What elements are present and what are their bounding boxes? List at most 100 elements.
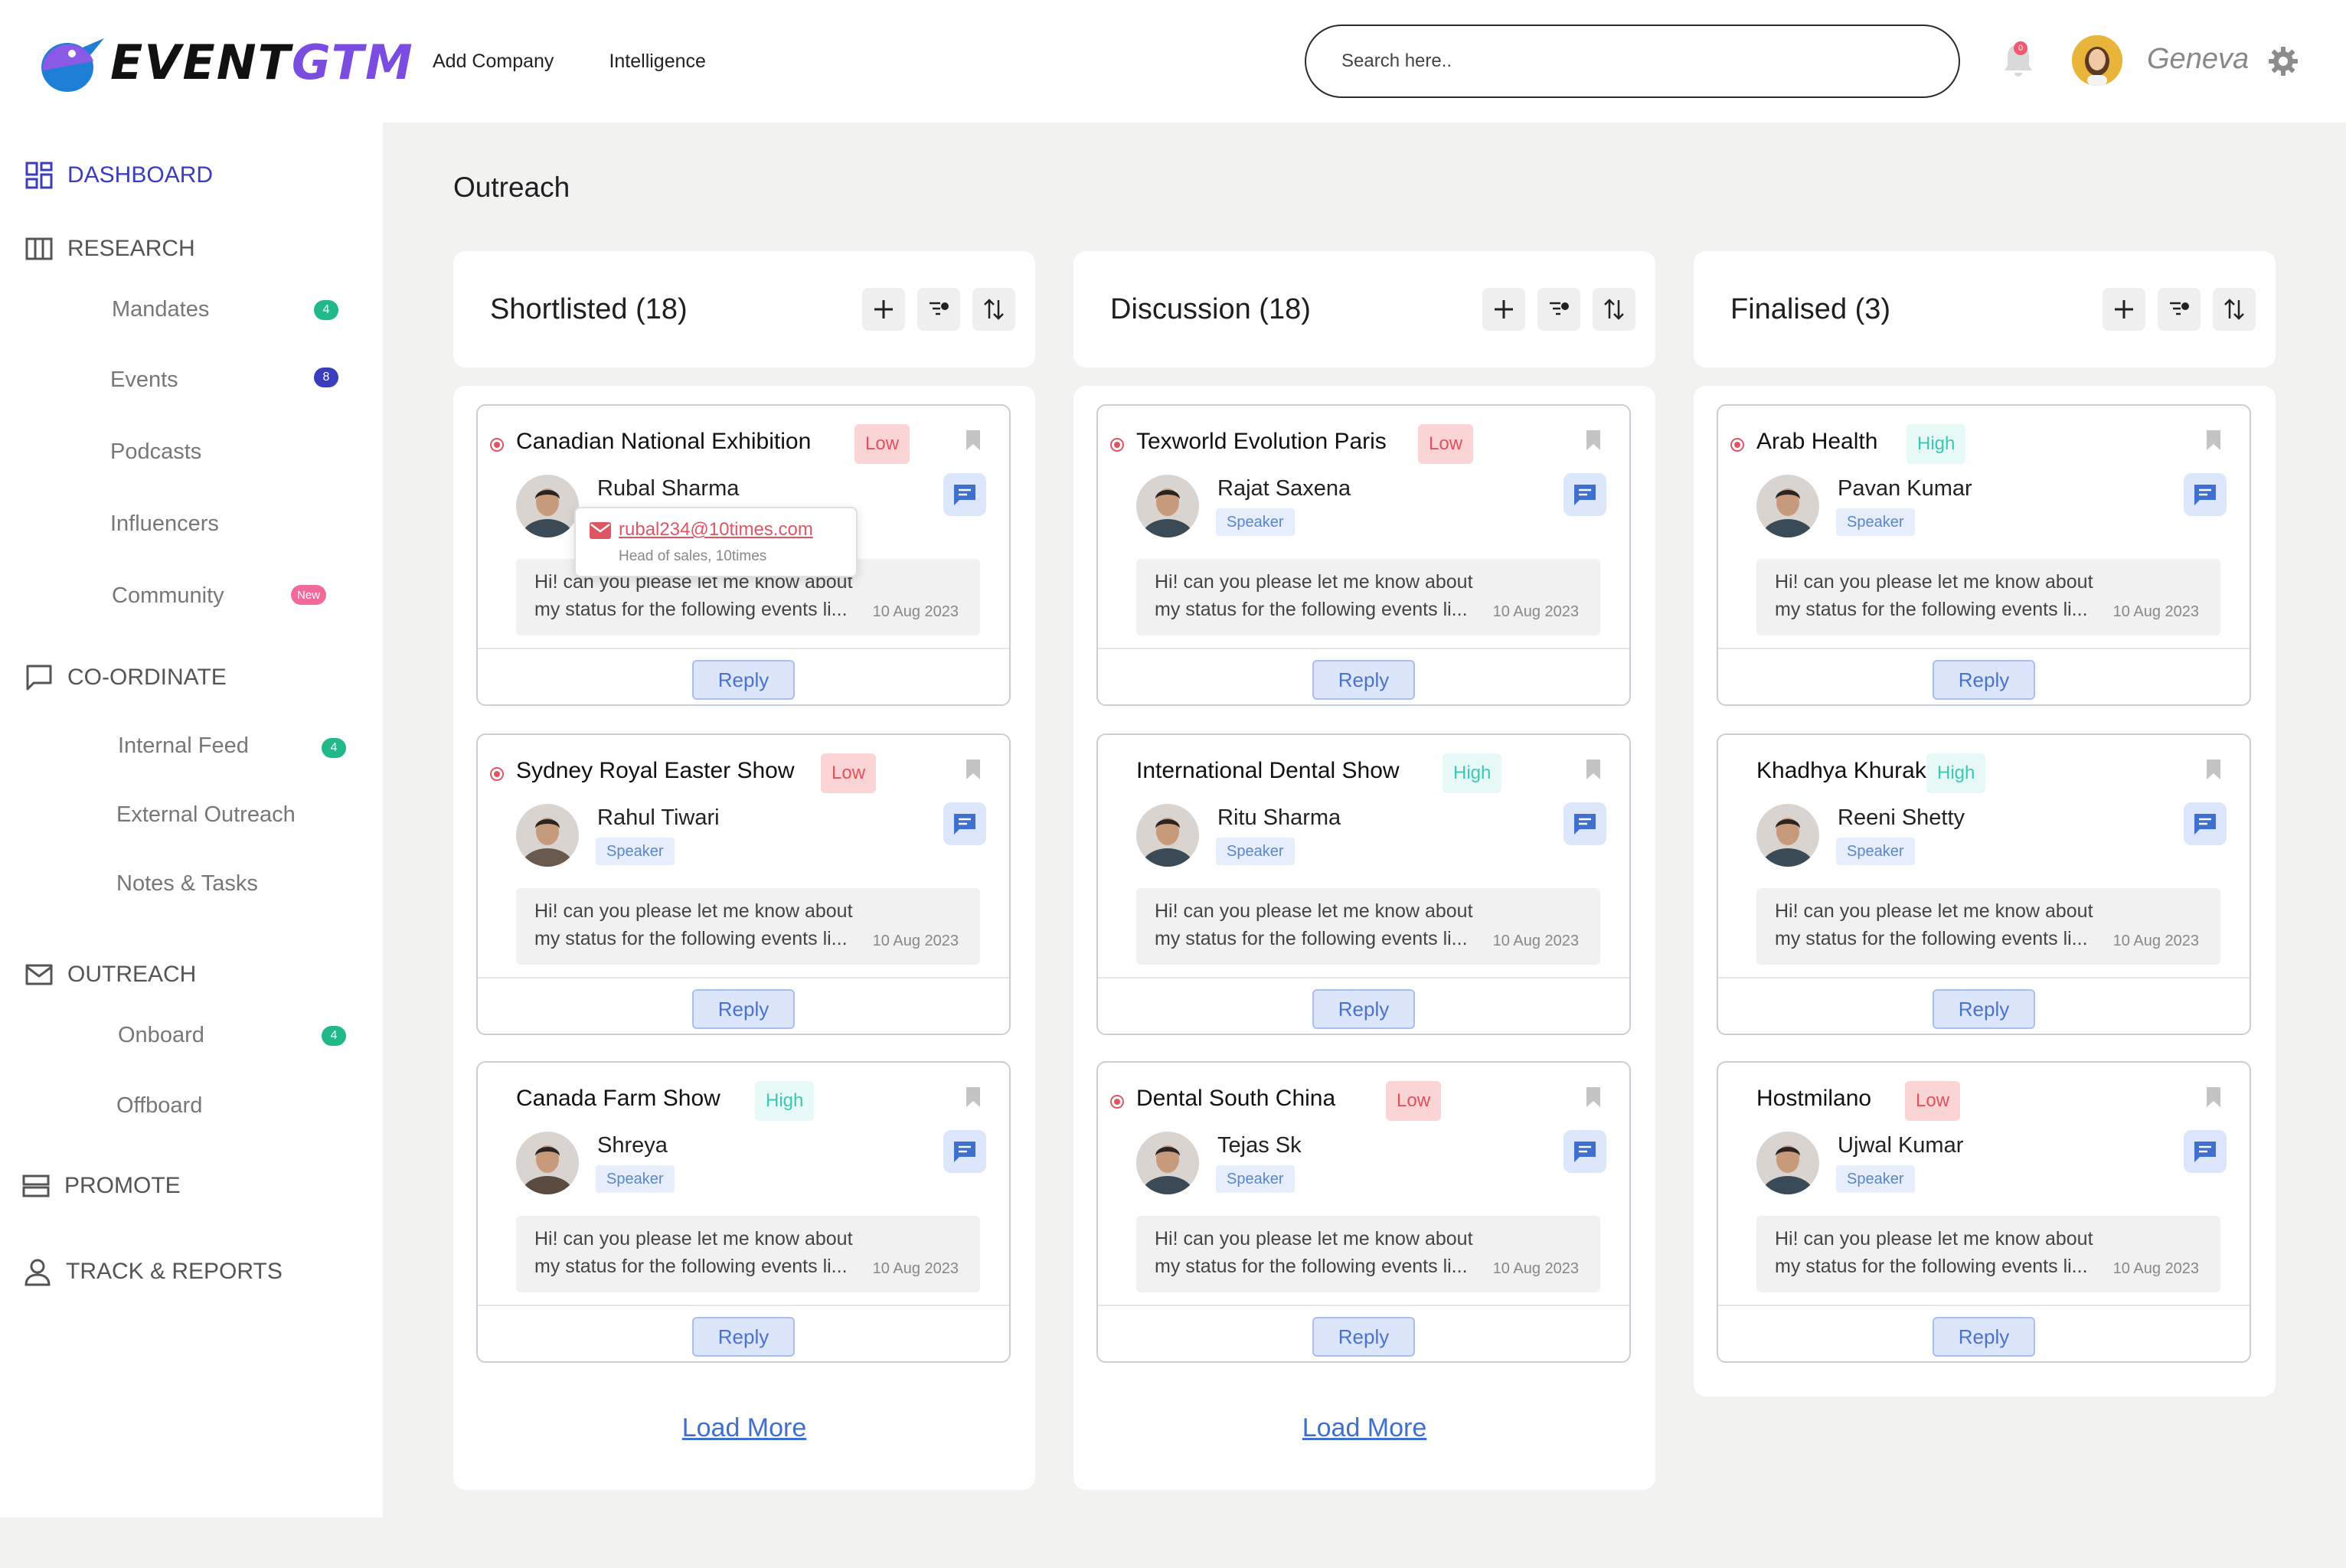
event-name[interactable]: Hostmilano	[1756, 1086, 1871, 1112]
avatar[interactable]	[1756, 804, 1819, 867]
sidebar-item-mandates[interactable]: Mandates	[112, 297, 209, 322]
message-button[interactable]	[943, 802, 986, 845]
event-name[interactable]: Khadhya Khurak	[1756, 758, 1926, 784]
gear-icon[interactable]	[2268, 46, 2299, 77]
outreach-card[interactable]: International Dental Show High Ritu Sharma…	[1096, 733, 1631, 1035]
event-name[interactable]: Arab Health	[1756, 429, 1877, 455]
avatar[interactable]	[1136, 1132, 1199, 1194]
add-button[interactable]	[2103, 288, 2145, 331]
avatar[interactable]	[516, 475, 579, 537]
bookmark-icon[interactable]	[2205, 1086, 2222, 1109]
filter-button[interactable]	[917, 288, 960, 331]
person-name[interactable]: Tejas Sk	[1217, 1133, 1302, 1158]
outreach-card[interactable]: Khadhya Khurak High Reeni Shetty Speaker Hi!…	[1717, 733, 2251, 1035]
sidebar-item-onboard[interactable]: Onboard	[118, 1023, 204, 1048]
sidebar-item-influencers[interactable]: Influencers	[110, 511, 219, 537]
sort-button[interactable]	[1593, 288, 1635, 331]
event-name[interactable]: Canada Farm Show	[516, 1086, 720, 1112]
message-button[interactable]	[1563, 1130, 1606, 1173]
bookmark-icon[interactable]	[2205, 758, 2222, 781]
outreach-card[interactable]: Hostmilano Low Ujwal Kumar Speaker Hi! can y…	[1717, 1061, 2251, 1363]
outreach-card[interactable]: Sydney Royal Easter Show Low Rahul Tiwari S…	[476, 733, 1011, 1035]
message-button[interactable]	[2184, 802, 2227, 845]
search-input[interactable]	[1341, 51, 1959, 72]
event-name[interactable]: Sydney Royal Easter Show	[516, 758, 795, 784]
reply-button[interactable]: Reply	[1312, 1317, 1415, 1357]
reply-button[interactable]: Reply	[692, 660, 795, 700]
person-name[interactable]: Rahul Tiwari	[597, 805, 720, 831]
person-name[interactable]: Shreya	[597, 1133, 668, 1158]
message-button[interactable]	[943, 1130, 986, 1173]
event-name[interactable]: Texworld Evolution Paris	[1136, 429, 1387, 455]
message-preview[interactable]: Hi! can you please let me know about my …	[1756, 559, 2220, 635]
outreach-card[interactable]: Texworld Evolution Paris Low Rajat Saxena S…	[1096, 404, 1631, 706]
sidebar-item-notes-tasks[interactable]: Notes & Tasks	[116, 871, 258, 897]
message-button[interactable]	[943, 473, 986, 516]
reply-button[interactable]: Reply	[1933, 1317, 2035, 1357]
person-name[interactable]: Ujwal Kumar	[1838, 1133, 1963, 1158]
avatar[interactable]	[1136, 475, 1199, 537]
bookmark-icon[interactable]	[1585, 758, 1602, 781]
search-box[interactable]	[1305, 24, 1960, 98]
bookmark-icon[interactable]	[965, 758, 982, 781]
message-preview[interactable]: Hi! can you please let me know about my …	[516, 888, 980, 965]
sidebar-outreach[interactable]: OUTREACH	[25, 960, 196, 989]
reply-button[interactable]: Reply	[1312, 660, 1415, 700]
bookmark-icon[interactable]	[2205, 429, 2222, 452]
reply-button[interactable]: Reply	[1312, 989, 1415, 1029]
message-preview[interactable]: Hi! can you please let me know about my …	[1756, 1216, 2220, 1292]
bookmark-icon[interactable]	[1585, 1086, 1602, 1109]
event-name[interactable]: Dental South China	[1136, 1086, 1335, 1112]
add-company-link[interactable]: Add Company	[433, 51, 554, 73]
user-avatar[interactable]	[2072, 35, 2122, 86]
outreach-card[interactable]: Canada Farm Show High Shreya Speaker Hi! can…	[476, 1061, 1011, 1363]
sidebar-item-events[interactable]: Events	[110, 368, 178, 393]
event-name[interactable]: Canadian National Exhibition	[516, 429, 811, 455]
add-button[interactable]	[1482, 288, 1525, 331]
message-preview[interactable]: Hi! can you please let me know about my …	[1136, 888, 1600, 965]
avatar[interactable]	[1136, 804, 1199, 867]
avatar[interactable]	[1756, 1132, 1819, 1194]
event-name[interactable]: International Dental Show	[1136, 758, 1400, 784]
reply-button[interactable]: Reply	[692, 1317, 795, 1357]
avatar[interactable]	[516, 1132, 579, 1194]
bookmark-icon[interactable]	[965, 429, 982, 452]
sidebar-item-internal-feed[interactable]: Internal Feed	[118, 733, 249, 759]
sidebar-item-external-outreach[interactable]: External Outreach	[116, 802, 296, 828]
reply-button[interactable]: Reply	[692, 989, 795, 1029]
person-name[interactable]: Pavan Kumar	[1838, 476, 1972, 501]
message-preview[interactable]: Hi! can you please let me know about my …	[516, 1216, 980, 1292]
message-button[interactable]	[1563, 802, 1606, 845]
add-button[interactable]	[862, 288, 905, 331]
message-preview[interactable]: Hi! can you please let me know about my …	[1756, 888, 2220, 965]
reply-button[interactable]: Reply	[1933, 660, 2035, 700]
sidebar-coordinate[interactable]: CO-ORDINATE	[25, 663, 227, 692]
brand-logo[interactable]: EVENTGTM	[37, 31, 414, 95]
sidebar-track-reports[interactable]: TRACK & REPORTS	[23, 1257, 283, 1286]
intelligence-link[interactable]: Intelligence	[609, 51, 705, 73]
contact-email-link[interactable]: rubal234@10times.com	[619, 519, 813, 541]
load-more-link[interactable]: Load More	[1302, 1413, 1427, 1443]
outreach-card[interactable]: Dental South China Low Tejas Sk Speaker Hi! …	[1096, 1061, 1631, 1363]
reply-button[interactable]: Reply	[1933, 989, 2035, 1029]
message-preview[interactable]: Hi! can you please let me know about my …	[1136, 1216, 1600, 1292]
filter-button[interactable]	[1537, 288, 1580, 331]
filter-button[interactable]	[2158, 288, 2201, 331]
avatar[interactable]	[1756, 475, 1819, 537]
person-name[interactable]: Ritu Sharma	[1217, 805, 1341, 831]
sidebar-research[interactable]: RESEARCH	[25, 234, 195, 263]
sidebar-item-community[interactable]: Community	[112, 583, 224, 609]
sidebar-promote[interactable]: PROMOTE	[21, 1171, 181, 1200]
load-more-link[interactable]: Load More	[682, 1413, 807, 1443]
sidebar-dashboard[interactable]: DASHBOARD	[25, 161, 213, 190]
avatar[interactable]	[516, 804, 579, 867]
person-name[interactable]: Rubal Sharma	[597, 476, 739, 501]
person-name[interactable]: Rajat Saxena	[1217, 476, 1351, 501]
bookmark-icon[interactable]	[1585, 429, 1602, 452]
sidebar-item-offboard[interactable]: Offboard	[116, 1093, 202, 1119]
sort-button[interactable]	[972, 288, 1015, 331]
outreach-card[interactable]: Arab Health High Pavan Kumar Speaker Hi! can…	[1717, 404, 2251, 706]
user-name[interactable]: Geneva	[2147, 43, 2249, 76]
person-name[interactable]: Reeni Shetty	[1838, 805, 1965, 831]
message-button[interactable]	[2184, 473, 2227, 516]
